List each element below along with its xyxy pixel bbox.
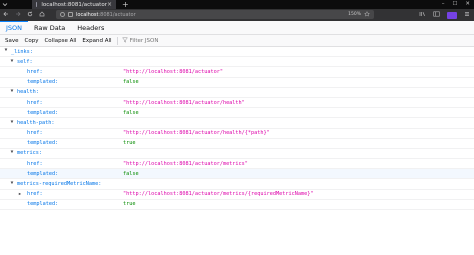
close-tab-icon[interactable]: × <box>107 1 112 8</box>
tree-row[interactable]: ▶ href: "http://localhost:8081/actuator/… <box>0 190 474 200</box>
json-value: "http://localhost:8081/actuator" <box>123 68 223 75</box>
sidebar-icon[interactable] <box>433 11 440 19</box>
expand-toggle-icon[interactable]: ▼ <box>9 90 15 95</box>
json-value: "http://localhost:8081/actuator/health/{… <box>123 130 270 137</box>
site-info-icon[interactable] <box>60 12 65 17</box>
toolbar-right-buttons <box>419 9 470 21</box>
filter-icon <box>121 37 128 45</box>
url-path: :8081/actuator <box>98 11 136 18</box>
browser-tab[interactable]: localhost:8081/actuator × <box>32 0 116 9</box>
tree-row[interactable]: ▼ health: <box>0 88 474 98</box>
new-tab-icon[interactable]: + <box>122 0 129 9</box>
menu-icon[interactable] <box>464 11 470 19</box>
back-icon[interactable] <box>3 11 9 19</box>
tree-row[interactable]: ▼ health-path: <box>0 118 474 129</box>
filter-input[interactable] <box>129 37 210 44</box>
json-key: href: <box>27 68 43 75</box>
chevron-down-icon <box>2 3 8 7</box>
json-tree: ▼ _links: ▼ self: href: "http://localhos… <box>0 47 474 210</box>
json-key: href: <box>27 160 43 167</box>
extension-icon[interactable] <box>447 11 457 19</box>
tree-row[interactable]: ▼ _links: <box>0 47 474 58</box>
json-key: metrics: <box>17 150 42 157</box>
url-host: localhost <box>76 11 99 18</box>
tree-row[interactable]: href: "http://localhost:8081/actuator/he… <box>0 129 474 139</box>
expand-toggle-icon[interactable]: ▼ <box>9 120 15 126</box>
collapse-all-button[interactable]: Collapse All <box>41 38 79 44</box>
tree-row[interactable]: templated: false <box>0 169 474 180</box>
json-value: "http://localhost:8081/actuator/metrics/… <box>123 191 314 198</box>
page-favicon-icon <box>36 2 38 7</box>
json-value: false <box>123 170 139 177</box>
tab-headers[interactable]: Headers <box>71 21 110 34</box>
window-controls: – ☐ ✕ <box>442 0 470 9</box>
tab-json[interactable]: JSON <box>0 21 29 34</box>
json-key: href: <box>27 130 43 137</box>
tab-raw-data[interactable]: Raw Data <box>28 21 71 34</box>
home-icon[interactable] <box>39 11 45 19</box>
json-key: metrics-requiredMetricName: <box>17 181 102 188</box>
expand-all-button[interactable]: Expand All <box>79 38 114 44</box>
maximize-icon[interactable]: ☐ <box>452 1 457 8</box>
json-value: false <box>123 79 139 86</box>
tree-row[interactable]: ▼ self: <box>0 57 474 68</box>
tree-row[interactable]: templated: false <box>0 78 474 88</box>
tab-overflow-button[interactable] <box>0 0 10 9</box>
copy-button[interactable]: Copy <box>22 38 42 44</box>
url-text[interactable]: localhost:8081/actuator <box>76 12 136 18</box>
forward-icon[interactable] <box>15 11 21 19</box>
json-value: false <box>123 109 139 116</box>
json-key: self: <box>17 58 33 65</box>
json-value: "http://localhost:8081/actuator/health" <box>123 99 245 106</box>
json-viewer-tabs: JSON Raw Data Headers <box>0 21 474 35</box>
json-value: true <box>123 201 136 208</box>
json-key: templated: <box>27 79 59 86</box>
reload-icon[interactable] <box>27 11 33 19</box>
json-key: templated: <box>27 140 59 147</box>
tab-title: localhost:8081/actuator <box>41 1 107 8</box>
tree-row[interactable]: ▼ metrics-requiredMetricName: <box>0 179 474 190</box>
tree-row[interactable]: templated: false <box>0 108 474 119</box>
lock-icon[interactable] <box>68 12 73 17</box>
expand-toggle-icon[interactable]: ▼ <box>9 59 15 65</box>
url-bar[interactable]: localhost:8081/actuator 150% <box>56 10 374 19</box>
json-toolbar: Save Copy Collapse All Expand All <box>0 35 474 47</box>
link-arrow-icon: ▶ <box>18 191 22 197</box>
library-icon[interactable] <box>419 11 426 19</box>
toolbar-divider <box>116 36 118 45</box>
save-button[interactable]: Save <box>2 38 22 44</box>
zoom-level[interactable]: 150% <box>345 12 364 17</box>
star-icon[interactable] <box>363 10 371 19</box>
expand-toggle-icon[interactable]: ▼ <box>9 181 15 187</box>
json-key: health: <box>17 89 39 96</box>
tree-row[interactable]: templated: true <box>0 139 474 149</box>
json-key: href: <box>27 191 43 198</box>
json-key: templated: <box>27 170 59 177</box>
expand-toggle-icon[interactable]: ▼ <box>3 49 9 54</box>
filter-box[interactable] <box>121 37 210 45</box>
json-key: href: <box>27 99 43 106</box>
expand-toggle-icon[interactable]: ▼ <box>9 151 15 156</box>
json-key: templated: <box>27 201 59 208</box>
tree-row[interactable]: href: "http://localhost:8081/actuator/he… <box>0 98 474 109</box>
tree-row[interactable]: href: "http://localhost:8081/actuator" <box>0 67 474 78</box>
json-key: templated: <box>27 109 59 116</box>
json-value: "http://localhost:8081/actuator/metrics" <box>123 160 248 167</box>
json-key: health-path: <box>17 119 55 126</box>
tree-row[interactable]: ▼ metrics: <box>0 149 474 160</box>
tree-row[interactable]: templated: true <box>0 200 474 210</box>
minimize-icon[interactable]: – <box>442 1 445 8</box>
json-value: true <box>123 140 136 147</box>
tree-row[interactable]: href: "http://localhost:8081/actuator/me… <box>0 159 474 170</box>
json-key: _links: <box>11 48 33 55</box>
tab-strip: localhost:8081/actuator × + – ☐ ✕ <box>0 0 474 9</box>
close-window-icon[interactable]: ✕ <box>465 1 470 8</box>
